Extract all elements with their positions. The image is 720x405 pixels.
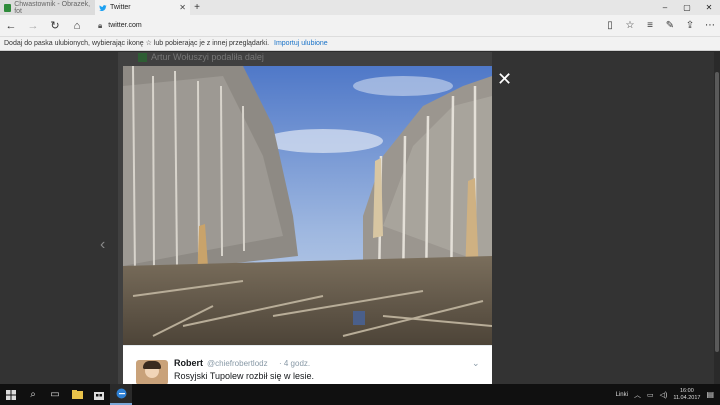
windows-taskbar: ⌕ ▭ Linki ︿ ▭ ◁) 16:00 11.04.2017 ▤ xyxy=(0,384,720,405)
system-clock[interactable]: 16:00 11.04.2017 xyxy=(673,388,700,402)
tweet-timestamp[interactable]: · 4 godz. xyxy=(279,359,310,368)
close-lightbox-icon[interactable]: ✕ xyxy=(497,69,512,90)
volume-icon[interactable]: ◁) xyxy=(660,391,668,399)
tweet-text: Rosyjski Tupolew rozbił się w lesie. xyxy=(174,371,315,381)
search-icon[interactable]: ⌕ xyxy=(22,384,44,405)
favorites-message: Dodaj do paska ulubionych, wybierając ik… xyxy=(4,40,270,47)
store-icon[interactable] xyxy=(88,384,110,405)
close-tab-icon[interactable]: ✕ xyxy=(179,3,186,12)
share-icon[interactable]: ⇪ xyxy=(680,20,700,31)
file-explorer-icon[interactable] xyxy=(66,384,88,405)
page-content: Artur Wołuszyi podaliła dalej ‹ ✕ Robert… xyxy=(0,52,720,384)
refresh-button[interactable]: ↻ xyxy=(44,15,66,37)
back-button[interactable]: ← xyxy=(0,15,22,37)
retweet-text: Artur Wołuszyi podaliła dalej xyxy=(151,52,264,62)
lock-icon: 🔒︎ xyxy=(98,20,103,30)
chevron-up-icon[interactable]: ︿ xyxy=(634,390,641,400)
favorites-bar: Dodaj do paska ulubionych, wybierając ik… xyxy=(0,37,720,51)
hub-icon[interactable]: ≡ xyxy=(640,20,660,31)
new-tab-button[interactable]: + xyxy=(190,0,204,15)
edge-browser-icon[interactable] xyxy=(110,384,132,405)
avatar[interactable] xyxy=(136,360,168,384)
notifications-icon[interactable]: ▤ xyxy=(706,390,714,399)
tweet-card[interactable]: Robert @chiefrobertlodz · 4 godz. ⌄ Rosy… xyxy=(123,345,492,384)
tab-chwastownik[interactable]: Chwastownik - Obrazek, fot xyxy=(0,0,95,15)
web-note-icon[interactable]: ✎ xyxy=(660,20,680,31)
page-scrollbar[interactable] xyxy=(714,52,720,384)
close-window-button[interactable]: ✕ xyxy=(698,0,720,15)
tab-bar: Chwastownik - Obrazek, fot Twitter ✕ + –… xyxy=(0,0,720,15)
more-menu-icon[interactable]: ⋯ xyxy=(700,20,720,31)
network-icon[interactable]: ▭ xyxy=(647,391,654,399)
forward-button[interactable]: → xyxy=(22,15,44,37)
tweet-author-handle[interactable]: @chiefrobertlodz xyxy=(207,359,268,368)
page-right-backdrop xyxy=(492,52,720,384)
maximize-button[interactable]: ▢ xyxy=(676,0,698,15)
favorite-star-icon[interactable]: ☆ xyxy=(620,20,640,31)
navigation-bar: ← → ↻ ⌂ 🔒︎ twitter.com ▯ ☆ ≡ ✎ ⇪ ⋯ xyxy=(0,15,720,37)
retweet-icon xyxy=(138,52,147,62)
links-toolbar-label[interactable]: Linki xyxy=(616,392,628,398)
forest-photo-image xyxy=(123,66,492,345)
address-bar[interactable]: twitter.com xyxy=(108,22,141,29)
tweet-photo[interactable] xyxy=(123,66,492,345)
start-button[interactable] xyxy=(0,384,22,405)
home-button[interactable]: ⌂ xyxy=(66,15,88,37)
clock-time: 16:00 xyxy=(679,387,694,394)
previous-arrow-icon[interactable]: ‹ xyxy=(100,236,105,254)
tweet-author-name[interactable]: Robert xyxy=(174,358,203,368)
clock-date: 11.04.2017 xyxy=(673,394,701,401)
reading-view-icon[interactable]: ▯ xyxy=(600,20,620,31)
task-view-icon[interactable]: ▭ xyxy=(44,384,66,405)
import-favorites-link[interactable]: Importuj ulubione xyxy=(274,40,328,47)
tab-title: Chwastownik - Obrazek, fot xyxy=(14,0,91,15)
windows-logo-icon xyxy=(6,389,16,400)
chevron-down-icon[interactable]: ⌄ xyxy=(472,358,480,369)
retweet-note: Artur Wołuszyi podaliła dalej xyxy=(138,52,264,62)
page-left-backdrop xyxy=(0,52,118,384)
minimize-button[interactable]: – xyxy=(654,0,676,15)
tab-twitter[interactable]: Twitter ✕ xyxy=(95,0,190,15)
twitter-bird-icon xyxy=(99,4,107,12)
tab-title: Twitter xyxy=(110,4,131,11)
site-favicon-icon xyxy=(4,3,12,12)
